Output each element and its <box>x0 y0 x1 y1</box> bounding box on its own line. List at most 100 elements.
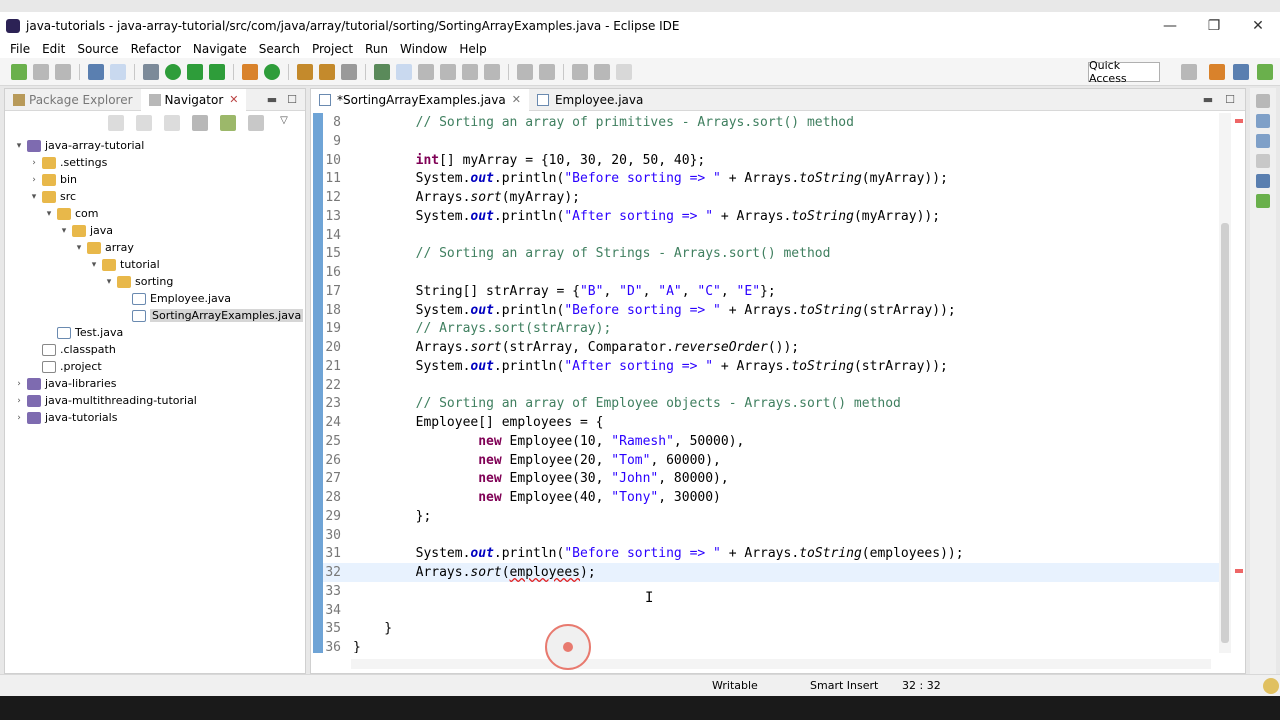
expand-arrow-icon[interactable]: › <box>28 158 40 168</box>
new-class-icon[interactable] <box>264 63 280 80</box>
code-line[interactable]: 13 System.out.println("After sorting => … <box>323 207 1221 226</box>
toggle-mark-occurrences-icon[interactable] <box>396 63 412 80</box>
code-line[interactable]: 30 <box>323 526 1221 545</box>
console-icon[interactable] <box>1256 174 1270 188</box>
open-task-icon[interactable] <box>319 63 335 80</box>
code-line[interactable]: 17 String[] strArray = {"B", "D", "A", "… <box>323 282 1221 301</box>
menu-search[interactable]: Search <box>253 42 306 56</box>
code-line[interactable]: 35 } <box>323 619 1221 638</box>
maximize-panel-icon[interactable]: ☐ <box>287 93 297 106</box>
menu-project[interactable]: Project <box>306 42 359 56</box>
tab-employee-java[interactable]: Employee.java <box>529 89 651 111</box>
coverage-icon[interactable] <box>187 63 203 80</box>
expand-arrow-icon[interactable]: › <box>13 413 25 423</box>
close-icon[interactable]: ✕ <box>512 93 521 106</box>
expand-arrow-icon[interactable]: › <box>13 379 25 389</box>
code-line[interactable]: 33 <box>323 582 1221 601</box>
restore-icon[interactable] <box>1256 94 1270 108</box>
code-line[interactable]: 23 // Sorting an array of Employee objec… <box>323 394 1221 413</box>
previous-annotation-icon[interactable] <box>539 63 555 80</box>
maximize-editor-icon[interactable]: ☐ <box>1225 93 1235 106</box>
error-marker[interactable] <box>1235 119 1243 123</box>
expand-arrow-icon[interactable]: ▾ <box>28 192 40 202</box>
expand-arrow-icon[interactable]: ▾ <box>103 277 115 287</box>
search-icon[interactable] <box>341 63 357 80</box>
tree-item[interactable]: › .settings <box>5 154 305 171</box>
code-line[interactable]: 20 Arrays.sort(strArray, Comparator.reve… <box>323 338 1221 357</box>
tree-item[interactable]: Test.java <box>5 324 305 341</box>
code-line[interactable]: 36} <box>323 638 1221 653</box>
back-icon[interactable] <box>108 115 124 131</box>
open-perspective-icon[interactable] <box>1181 63 1197 80</box>
code-line[interactable]: 34 <box>323 601 1221 620</box>
tip-icon[interactable] <box>1263 678 1279 694</box>
declaration-icon[interactable] <box>1256 154 1270 168</box>
menu-edit[interactable]: Edit <box>36 42 71 56</box>
code-line[interactable]: 12 Arrays.sort(myArray); <box>323 188 1221 207</box>
code-line[interactable]: 27 new Employee(30, "John", 80000), <box>323 469 1221 488</box>
forward-icon[interactable] <box>136 115 152 131</box>
new-java-project-icon[interactable] <box>242 63 258 80</box>
menu-window[interactable]: Window <box>394 42 453 56</box>
code-line[interactable]: 10 int[] myArray = {10, 30, 20, 50, 40}; <box>323 151 1221 170</box>
code-line[interactable]: 9 <box>323 132 1221 151</box>
code-area[interactable]: 8 // Sorting an array of primitives - Ar… <box>311 113 1221 653</box>
tree-item[interactable]: › java-multithreading-tutorial <box>5 392 305 409</box>
code-line[interactable]: 8 // Sorting an array of primitives - Ar… <box>323 113 1221 132</box>
code-line[interactable]: 21 System.out.println("After sorting => … <box>323 357 1221 376</box>
code-line[interactable]: 25 new Employee(10, "Ramesh", 50000), <box>323 432 1221 451</box>
horizontal-scrollbar[interactable] <box>351 659 1211 669</box>
minimize-button[interactable]: — <box>1148 12 1192 40</box>
expand-arrow-icon[interactable]: › <box>13 396 25 406</box>
menu-navigate[interactable]: Navigate <box>187 42 253 56</box>
skip-breakpoints-icon[interactable] <box>110 63 126 80</box>
link-with-editor-icon[interactable] <box>220 115 236 131</box>
menu-run[interactable]: Run <box>359 42 394 56</box>
menu-source[interactable]: Source <box>71 42 124 56</box>
scrollbar-thumb[interactable] <box>1221 223 1229 643</box>
debug-icon[interactable] <box>143 63 159 80</box>
tab-sorting-array-examples[interactable]: *SortingArrayExamples.java ✕ <box>311 88 529 111</box>
maximize-button[interactable]: ❐ <box>1192 12 1236 40</box>
tab-navigator[interactable]: Navigator ✕ <box>140 88 247 111</box>
overview-ruler[interactable] <box>1233 113 1243 653</box>
up-icon[interactable] <box>164 115 180 131</box>
problems-icon[interactable] <box>1256 194 1270 208</box>
code-line[interactable]: 22 <box>323 376 1221 395</box>
view-menu-icon[interactable]: ▽ <box>276 115 292 131</box>
next-annotation-icon[interactable] <box>517 63 533 80</box>
tree-item[interactable]: Employee.java <box>5 290 305 307</box>
menu-refactor[interactable]: Refactor <box>125 42 187 56</box>
code-line[interactable]: 16 <box>323 263 1221 282</box>
collapse-all-icon[interactable] <box>192 115 208 131</box>
vertical-scrollbar[interactable] <box>1219 113 1231 653</box>
tree-item[interactable]: ▾ com <box>5 205 305 222</box>
java-ee-perspective-icon[interactable] <box>1209 63 1225 80</box>
code-line[interactable]: 28 new Employee(40, "Tony", 30000) <box>323 488 1221 507</box>
tree-item[interactable]: ▾ sorting <box>5 273 305 290</box>
open-type-icon[interactable] <box>297 63 313 80</box>
debug-perspective-icon[interactable] <box>1257 63 1273 80</box>
toggle-breadcrumb-icon[interactable] <box>374 63 390 80</box>
error-marker[interactable] <box>1235 569 1243 573</box>
menu-file[interactable]: File <box>4 42 36 56</box>
tree-item[interactable]: › bin <box>5 171 305 188</box>
tree-item[interactable]: ▾ java <box>5 222 305 239</box>
save-icon[interactable] <box>33 63 49 80</box>
expand-arrow-icon[interactable]: ▾ <box>13 141 25 151</box>
minimize-editor-icon[interactable]: ▬ <box>1203 93 1213 106</box>
tree-item[interactable]: ▾ tutorial <box>5 256 305 273</box>
close-button[interactable]: ✕ <box>1236 12 1280 40</box>
tree-item[interactable]: .classpath <box>5 341 305 358</box>
java-perspective-icon[interactable] <box>1233 63 1249 80</box>
code-line[interactable]: 11 System.out.println("Before sorting =>… <box>323 169 1221 188</box>
block-selection-icon[interactable] <box>418 63 434 80</box>
tree-item[interactable]: › java-tutorials <box>5 409 305 426</box>
close-icon[interactable]: ✕ <box>229 93 238 106</box>
minimize-panel-icon[interactable]: ▬ <box>267 93 277 106</box>
code-line[interactable]: 18 System.out.println("Before sorting =>… <box>323 301 1221 320</box>
tree-item[interactable]: ▾ array <box>5 239 305 256</box>
word-wrap-icon[interactable] <box>440 63 456 80</box>
show-whitespace-icon[interactable] <box>462 63 478 80</box>
expand-arrow-icon[interactable]: › <box>28 175 40 185</box>
